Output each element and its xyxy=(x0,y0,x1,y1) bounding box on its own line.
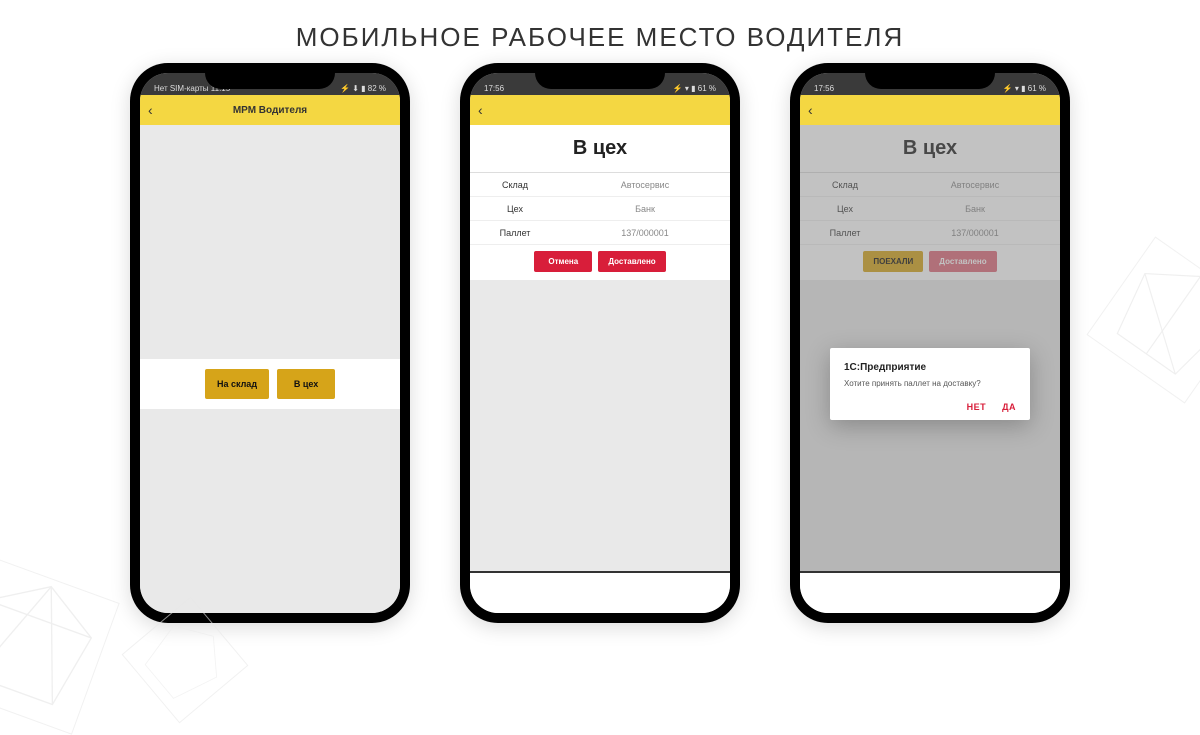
phone-3: 17:56 ⚡ ▾ ▮ 61 % ‹ В цех Склад Автосерви… xyxy=(790,63,1070,623)
dialog-text: Хотите принять паллет на доставку? xyxy=(844,379,1016,388)
bottom-bar xyxy=(470,571,730,613)
action-button-row: Отмена Доставлено xyxy=(470,245,730,280)
delivered-button[interactable]: Доставлено xyxy=(598,251,665,272)
form-row: Паллет 137/000001 xyxy=(470,221,730,245)
phone-screen: Нет SIM-карты 11:15 ⚡ ⬇ ▮ 82 % ‹ МРМ Вод… xyxy=(140,73,400,613)
screen-content: В цех Склад Автосервис Цех Банк Паллет 1… xyxy=(470,125,730,571)
screen-content: На склад В цех xyxy=(140,125,400,613)
status-left: 17:56 xyxy=(480,84,504,93)
phone-2: 17:56 ⚡ ▾ ▮ 61 % ‹ В цех Склад Автосерви… xyxy=(460,63,740,623)
form-row: Цех Банк xyxy=(470,197,730,221)
row-value: Автосервис xyxy=(560,180,730,190)
section-title: В цех xyxy=(470,125,730,173)
main-button-row: На склад В цех xyxy=(140,359,400,409)
to-warehouse-button[interactable]: На склад xyxy=(205,369,269,399)
row-label: Цех xyxy=(470,204,560,214)
dialog-actions: НЕТ ДА xyxy=(844,402,1016,412)
status-right: ⚡ ▾ ▮ 61 % xyxy=(673,84,720,93)
status-right: ⚡ ▾ ▮ 61 % xyxy=(1003,84,1050,93)
screen-content: В цех Склад Автосервис Цех Банк Паллет 1… xyxy=(800,125,1060,571)
app-bar: ‹ МРМ Водителя xyxy=(140,95,400,125)
row-value: 137/000001 xyxy=(560,228,730,238)
dialog-title: 1С:Предприятие xyxy=(844,362,1016,373)
back-icon[interactable]: ‹ xyxy=(808,102,826,118)
phones-row: Нет SIM-карты 11:15 ⚡ ⬇ ▮ 82 % ‹ МРМ Вод… xyxy=(0,63,1200,623)
app-bar: ‹ xyxy=(800,95,1060,125)
row-value: Банк xyxy=(560,204,730,214)
phone-notch xyxy=(205,63,335,89)
row-label: Паллет xyxy=(470,228,560,238)
page-title: МОБИЛЬНОЕ РАБОЧЕЕ МЕСТО ВОДИТЕЛЯ xyxy=(0,0,1200,63)
phone-1: Нет SIM-карты 11:15 ⚡ ⬇ ▮ 82 % ‹ МРМ Вод… xyxy=(130,63,410,623)
to-shop-button[interactable]: В цех xyxy=(277,369,335,399)
bottom-bar xyxy=(800,571,1060,613)
confirm-dialog: 1С:Предприятие Хотите принять паллет на … xyxy=(830,348,1030,420)
appbar-title: МРМ Водителя xyxy=(140,105,400,116)
app-bar: ‹ xyxy=(470,95,730,125)
phone-screen: 17:56 ⚡ ▾ ▮ 61 % ‹ В цех Склад Автосерви… xyxy=(800,73,1060,613)
status-right: ⚡ ⬇ ▮ 82 % xyxy=(340,84,390,93)
row-label: Склад xyxy=(470,180,560,190)
phone-notch xyxy=(865,63,995,89)
form-row: Склад Автосервис xyxy=(470,173,730,197)
dialog-yes-button[interactable]: ДА xyxy=(1002,402,1016,412)
dialog-no-button[interactable]: НЕТ xyxy=(967,402,987,412)
cancel-button[interactable]: Отмена xyxy=(534,251,592,272)
phone-notch xyxy=(535,63,665,89)
status-left: 17:56 xyxy=(810,84,834,93)
phone-screen: 17:56 ⚡ ▾ ▮ 61 % ‹ В цех Склад Автосерви… xyxy=(470,73,730,613)
back-icon[interactable]: ‹ xyxy=(478,102,496,118)
